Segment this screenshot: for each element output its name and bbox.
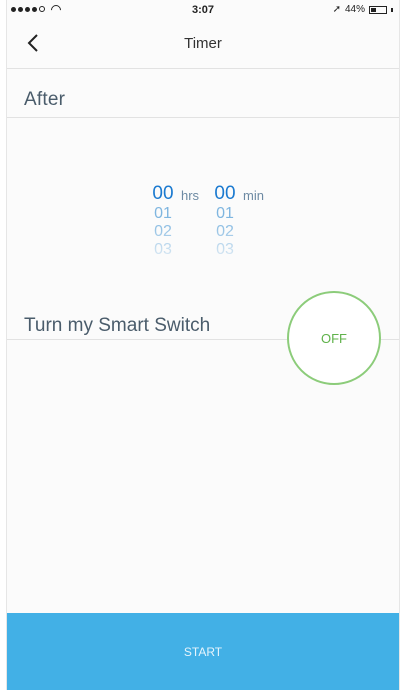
hours-wheel[interactable]: 00 01 02 03 bbox=[149, 183, 177, 259]
battery-icon bbox=[369, 5, 387, 14]
minutes-option[interactable]: 01 bbox=[211, 205, 239, 223]
minutes-option[interactable]: 00 bbox=[211, 183, 239, 205]
minutes-wheel[interactable]: 00 01 02 03 bbox=[211, 183, 239, 259]
location-arrow-icon: ➚ bbox=[332, 4, 341, 15]
status-bar: 3:07 ➚ 44% bbox=[7, 0, 399, 20]
hours-option[interactable]: 00 bbox=[149, 183, 177, 205]
minutes-unit-label: min bbox=[243, 188, 264, 203]
minutes-option[interactable]: 02 bbox=[211, 223, 239, 241]
navigation-bar: Timer bbox=[7, 20, 399, 69]
battery-percent: 44% bbox=[344, 4, 365, 15]
minutes-option[interactable]: 03 bbox=[211, 241, 239, 259]
start-button-label: START bbox=[183, 644, 223, 659]
start-button[interactable]: START bbox=[7, 613, 399, 690]
hours-option[interactable]: 01 bbox=[149, 205, 177, 223]
battery-cap bbox=[391, 7, 393, 12]
page-title: Timer bbox=[184, 35, 222, 52]
timer-screen: 3:07 ➚ 44% Timer After 00 01 02 03 00 01… bbox=[7, 0, 399, 690]
battery-status: ➚ 44% bbox=[333, 4, 393, 15]
hours-option[interactable]: 02 bbox=[149, 223, 177, 241]
after-label: After bbox=[24, 89, 66, 110]
time-picker[interactable]: 00 01 02 03 00 01 02 03 bbox=[7, 183, 399, 263]
divider bbox=[7, 117, 399, 118]
smart-switch-label: Turn my Smart Switch bbox=[24, 315, 211, 336]
hours-unit-label: hrs bbox=[181, 188, 200, 203]
hours-option[interactable]: 03 bbox=[149, 241, 177, 259]
switch-state-label: OFF bbox=[321, 330, 347, 346]
switch-state-toggle[interactable]: OFF bbox=[287, 291, 381, 385]
